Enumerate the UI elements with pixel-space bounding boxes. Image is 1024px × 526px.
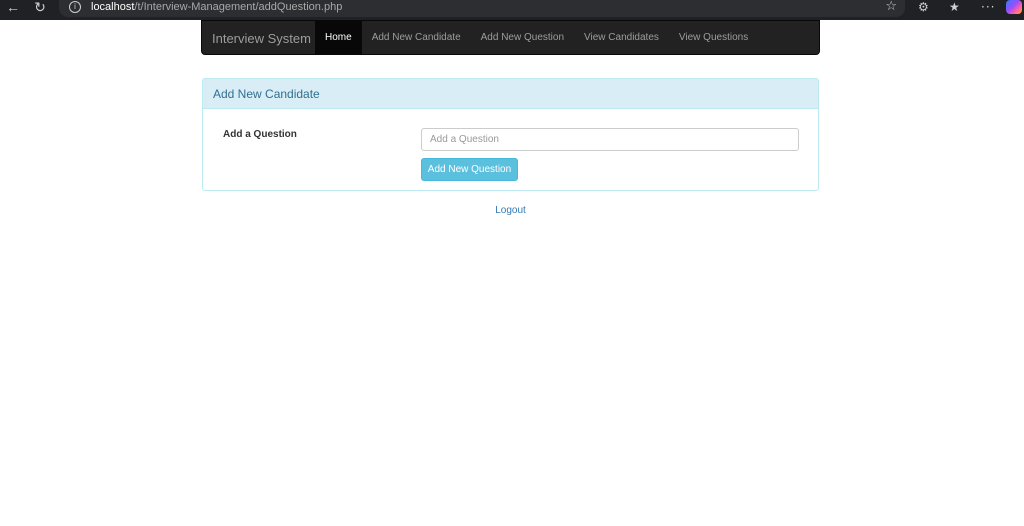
panel-heading: Add New Candidate [203,79,818,109]
url-path: /t/Interview-Management/addQuestion.php [134,1,343,13]
add-question-panel: Add New Candidate Add a Question Add New… [202,78,819,191]
info-icon[interactable]: i [69,1,81,13]
nav-item-view-candidates[interactable]: View Candidates [574,21,669,55]
star-icon[interactable]: ☆ [885,0,897,14]
question-input[interactable] [421,128,799,151]
nav-menu: Home Add New Candidate Add New Question … [315,21,758,55]
favorites-icon[interactable]: ★ [949,0,960,14]
arrow-left-icon[interactable]: ← [4,0,22,16]
reload-icon[interactable]: ↻ [31,0,49,16]
nav-item-view-questions[interactable]: View Questions [669,21,758,55]
navbar: Interview System Home Add New Candidate … [201,20,820,55]
nav-item-add-new-question[interactable]: Add New Question [471,21,574,55]
browser-toolbar: ← ↻ i localhost/t/Interview-Management/a… [0,0,1024,20]
address-bar[interactable]: i localhost/t/Interview-Management/addQu… [59,0,905,17]
copilot-icon[interactable] [1006,0,1022,14]
nav-item-home[interactable]: Home [315,21,362,55]
navbar-brand[interactable]: Interview System [212,31,311,46]
logout-link[interactable]: Logout [0,205,1021,216]
question-label: Add a Question [223,129,297,140]
add-new-question-button[interactable]: Add New Question [421,158,518,181]
nav-item-add-new-candidate[interactable]: Add New Candidate [362,21,471,55]
url-text[interactable]: localhost/t/Interview-Management/addQues… [91,1,342,13]
url-host: localhost [91,1,135,13]
extensions-icon[interactable]: ⚙ [918,0,929,14]
more-icon[interactable]: ··· [981,0,995,14]
